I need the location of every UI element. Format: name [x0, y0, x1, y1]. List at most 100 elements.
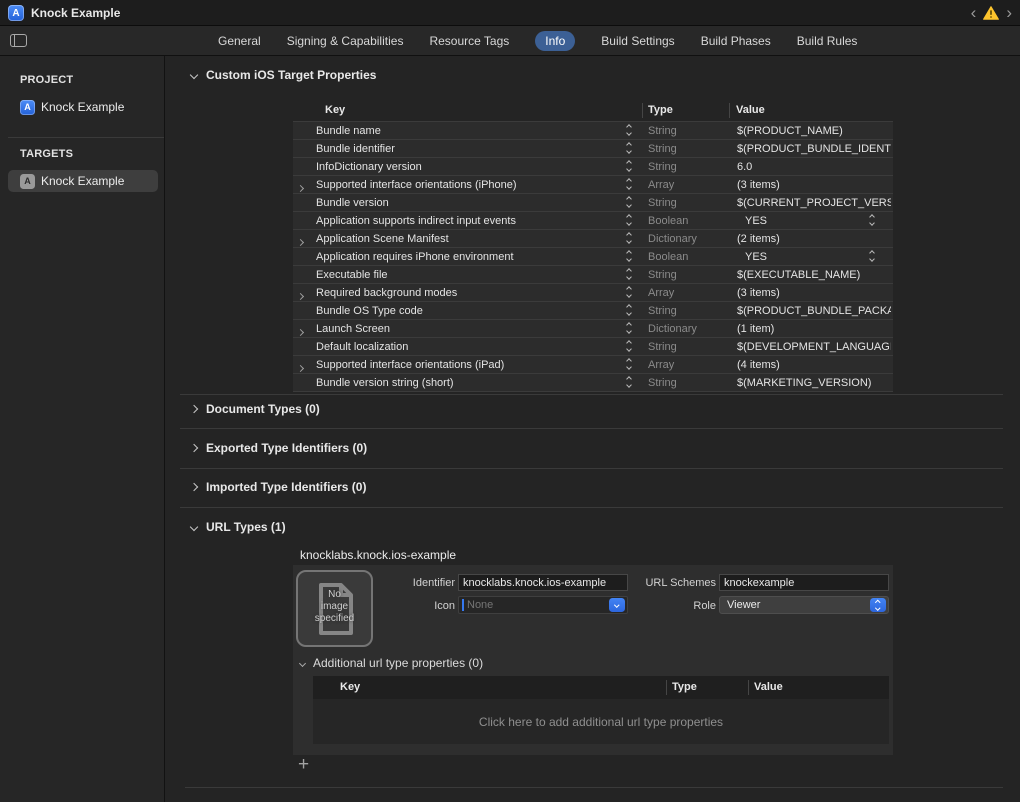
chevron-left-icon[interactable]: ‹	[971, 3, 977, 23]
property-type: String	[648, 341, 677, 353]
stepper-icon[interactable]	[870, 215, 874, 225]
stepper-icon[interactable]	[627, 125, 631, 135]
sidebar-toggle-icon[interactable]	[10, 34, 27, 47]
role-label: Role	[636, 600, 716, 612]
icon-combo-box[interactable]: None	[458, 596, 628, 614]
stepper-icon[interactable]	[627, 359, 631, 369]
property-type: Array	[648, 179, 674, 191]
stepper-icon[interactable]	[627, 377, 631, 387]
stepper-icon[interactable]	[627, 233, 631, 243]
property-value: $(EXECUTABLE_NAME)	[737, 269, 891, 281]
property-value: $(CURRENT_PROJECT_VERS	[737, 197, 891, 209]
property-value: $(PRODUCT_NAME)	[737, 125, 891, 137]
table-row[interactable]: Launch ScreenDictionary(1 item)	[293, 319, 893, 337]
property-value: $(PRODUCT_BUNDLE_IDENT	[737, 143, 891, 155]
stepper-icon[interactable]	[627, 323, 631, 333]
table-row[interactable]: Supported interface orientations (iPhone…	[293, 175, 893, 193]
table-row[interactable]: Supported interface orientations (iPad)A…	[293, 355, 893, 373]
table-row[interactable]: Application Scene ManifestDictionary(2 i…	[293, 229, 893, 247]
section-imported-type-identifiers[interactable]: Imported Type Identifiers (0)	[191, 480, 366, 494]
property-key: Launch Screen	[316, 323, 390, 335]
column-header-type: Type	[648, 104, 673, 116]
url-type-item-title: knocklabs.knock.ios-example	[300, 548, 456, 562]
icon-label: Icon	[385, 600, 455, 612]
table-row[interactable]: Application supports indirect input even…	[293, 211, 893, 229]
table-row[interactable]: Bundle identifierString$(PRODUCT_BUNDLE_…	[293, 139, 893, 157]
section-divider	[180, 428, 1003, 429]
additional-table-empty-area[interactable]: Click here to add additional url type pr…	[313, 699, 889, 744]
window-title-bar: A Knock Example ‹ ›	[0, 0, 1020, 26]
chevron-right-icon[interactable]: ›	[1006, 3, 1012, 23]
stepper-icon[interactable]	[627, 161, 631, 171]
table-row[interactable]: Required background modesArray(3 items)	[293, 283, 893, 301]
section-url-types[interactable]: URL Types (1)	[191, 520, 286, 534]
additional-properties-table: Key Type Value Click here to add additio…	[313, 676, 889, 744]
table-row[interactable]: Bundle OS Type codeString$(PRODUCT_BUNDL…	[293, 301, 893, 319]
stepper-icon[interactable]	[627, 341, 631, 351]
table-row[interactable]: Application requires iPhone environmentB…	[293, 247, 893, 265]
warning-icon[interactable]	[983, 6, 999, 20]
table-row[interactable]: Default localizationString$(DEVELOPMENT_…	[293, 337, 893, 355]
identifier-label: Identifier	[385, 577, 455, 589]
column-header-value: Value	[754, 681, 783, 693]
property-type: String	[648, 161, 677, 173]
add-url-type-button[interactable]: +	[298, 756, 309, 774]
property-key: Application Scene Manifest	[316, 233, 449, 245]
popup-stepper-icon	[870, 598, 886, 612]
url-type-image-well[interactable]: Noimagespecified	[296, 570, 373, 647]
property-key: InfoDictionary version	[316, 161, 422, 173]
url-type-editor-panel: Noimagespecified Identifier URL Schemes …	[293, 565, 893, 755]
table-row[interactable]: InfoDictionary versionString6.0	[293, 157, 893, 175]
tab-resource-tags[interactable]: Resource Tags	[429, 31, 509, 51]
stepper-icon[interactable]	[627, 215, 631, 225]
stepper-icon[interactable]	[627, 197, 631, 207]
property-key: Bundle OS Type code	[316, 305, 423, 317]
url-schemes-label: URL Schemes	[636, 577, 716, 589]
property-type: Array	[648, 359, 674, 371]
stepper-icon[interactable]	[870, 251, 874, 261]
tab-build-settings[interactable]: Build Settings	[601, 31, 674, 51]
tab-signing-capabilities[interactable]: Signing & Capabilities	[287, 31, 404, 51]
table-row[interactable]: Bundle versionString$(CURRENT_PROJECT_VE…	[293, 193, 893, 211]
property-key: Bundle name	[316, 125, 381, 137]
sidebar-item-project[interactable]: A Knock Example	[8, 96, 158, 118]
section-exported-type-identifiers[interactable]: Exported Type Identifiers (0)	[191, 441, 367, 455]
tab-build-rules[interactable]: Build Rules	[797, 31, 858, 51]
section-custom-ios-target-properties[interactable]: Custom iOS Target Properties	[191, 68, 376, 82]
property-type: Boolean	[648, 251, 688, 263]
stepper-icon[interactable]	[627, 143, 631, 153]
sidebar-item-target[interactable]: A Knock Example	[8, 170, 158, 192]
column-header-type: Type	[672, 681, 697, 693]
property-type: String	[648, 125, 677, 137]
project-sidebar: PROJECT A Knock Example TARGETS A Knock …	[0, 56, 165, 802]
project-icon: A	[20, 100, 35, 115]
property-key: Default localization	[316, 341, 408, 353]
tab-build-phases[interactable]: Build Phases	[701, 31, 771, 51]
role-popup-button[interactable]: Viewer	[719, 596, 889, 614]
stepper-icon[interactable]	[627, 287, 631, 297]
property-value: (4 items)	[737, 359, 891, 371]
additional-properties-header[interactable]: Additional url type properties (0)	[300, 656, 483, 670]
sidebar-item-label: Knock Example	[41, 174, 124, 188]
plus-icon: +	[298, 754, 309, 775]
tab-general[interactable]: General	[218, 31, 261, 51]
stepper-icon[interactable]	[627, 179, 631, 189]
stepper-icon[interactable]	[627, 305, 631, 315]
property-key: Application supports indirect input even…	[316, 215, 516, 227]
property-value: $(MARKETING_VERSION)	[737, 377, 891, 389]
tab-info[interactable]: Info	[535, 31, 575, 51]
column-header-key: Key	[340, 681, 360, 693]
dropdown-button-icon[interactable]	[609, 598, 625, 612]
property-value: YES	[745, 215, 767, 227]
table-row[interactable]: Executable fileString$(EXECUTABLE_NAME)	[293, 265, 893, 283]
section-document-types[interactable]: Document Types (0)	[191, 402, 320, 416]
url-schemes-field[interactable]	[719, 574, 889, 591]
identifier-field[interactable]	[458, 574, 628, 591]
property-value: (3 items)	[737, 287, 891, 299]
stepper-icon[interactable]	[627, 269, 631, 279]
info-editor-pane: Custom iOS Target Properties Key Type Va…	[165, 56, 1020, 802]
table-row[interactable]: Bundle name String $(PRODUCT_NAME)	[293, 121, 893, 139]
stepper-icon[interactable]	[627, 251, 631, 261]
additional-table-header: Key Type Value	[313, 676, 889, 699]
table-row[interactable]: Bundle version string (short)String$(MAR…	[293, 373, 893, 391]
